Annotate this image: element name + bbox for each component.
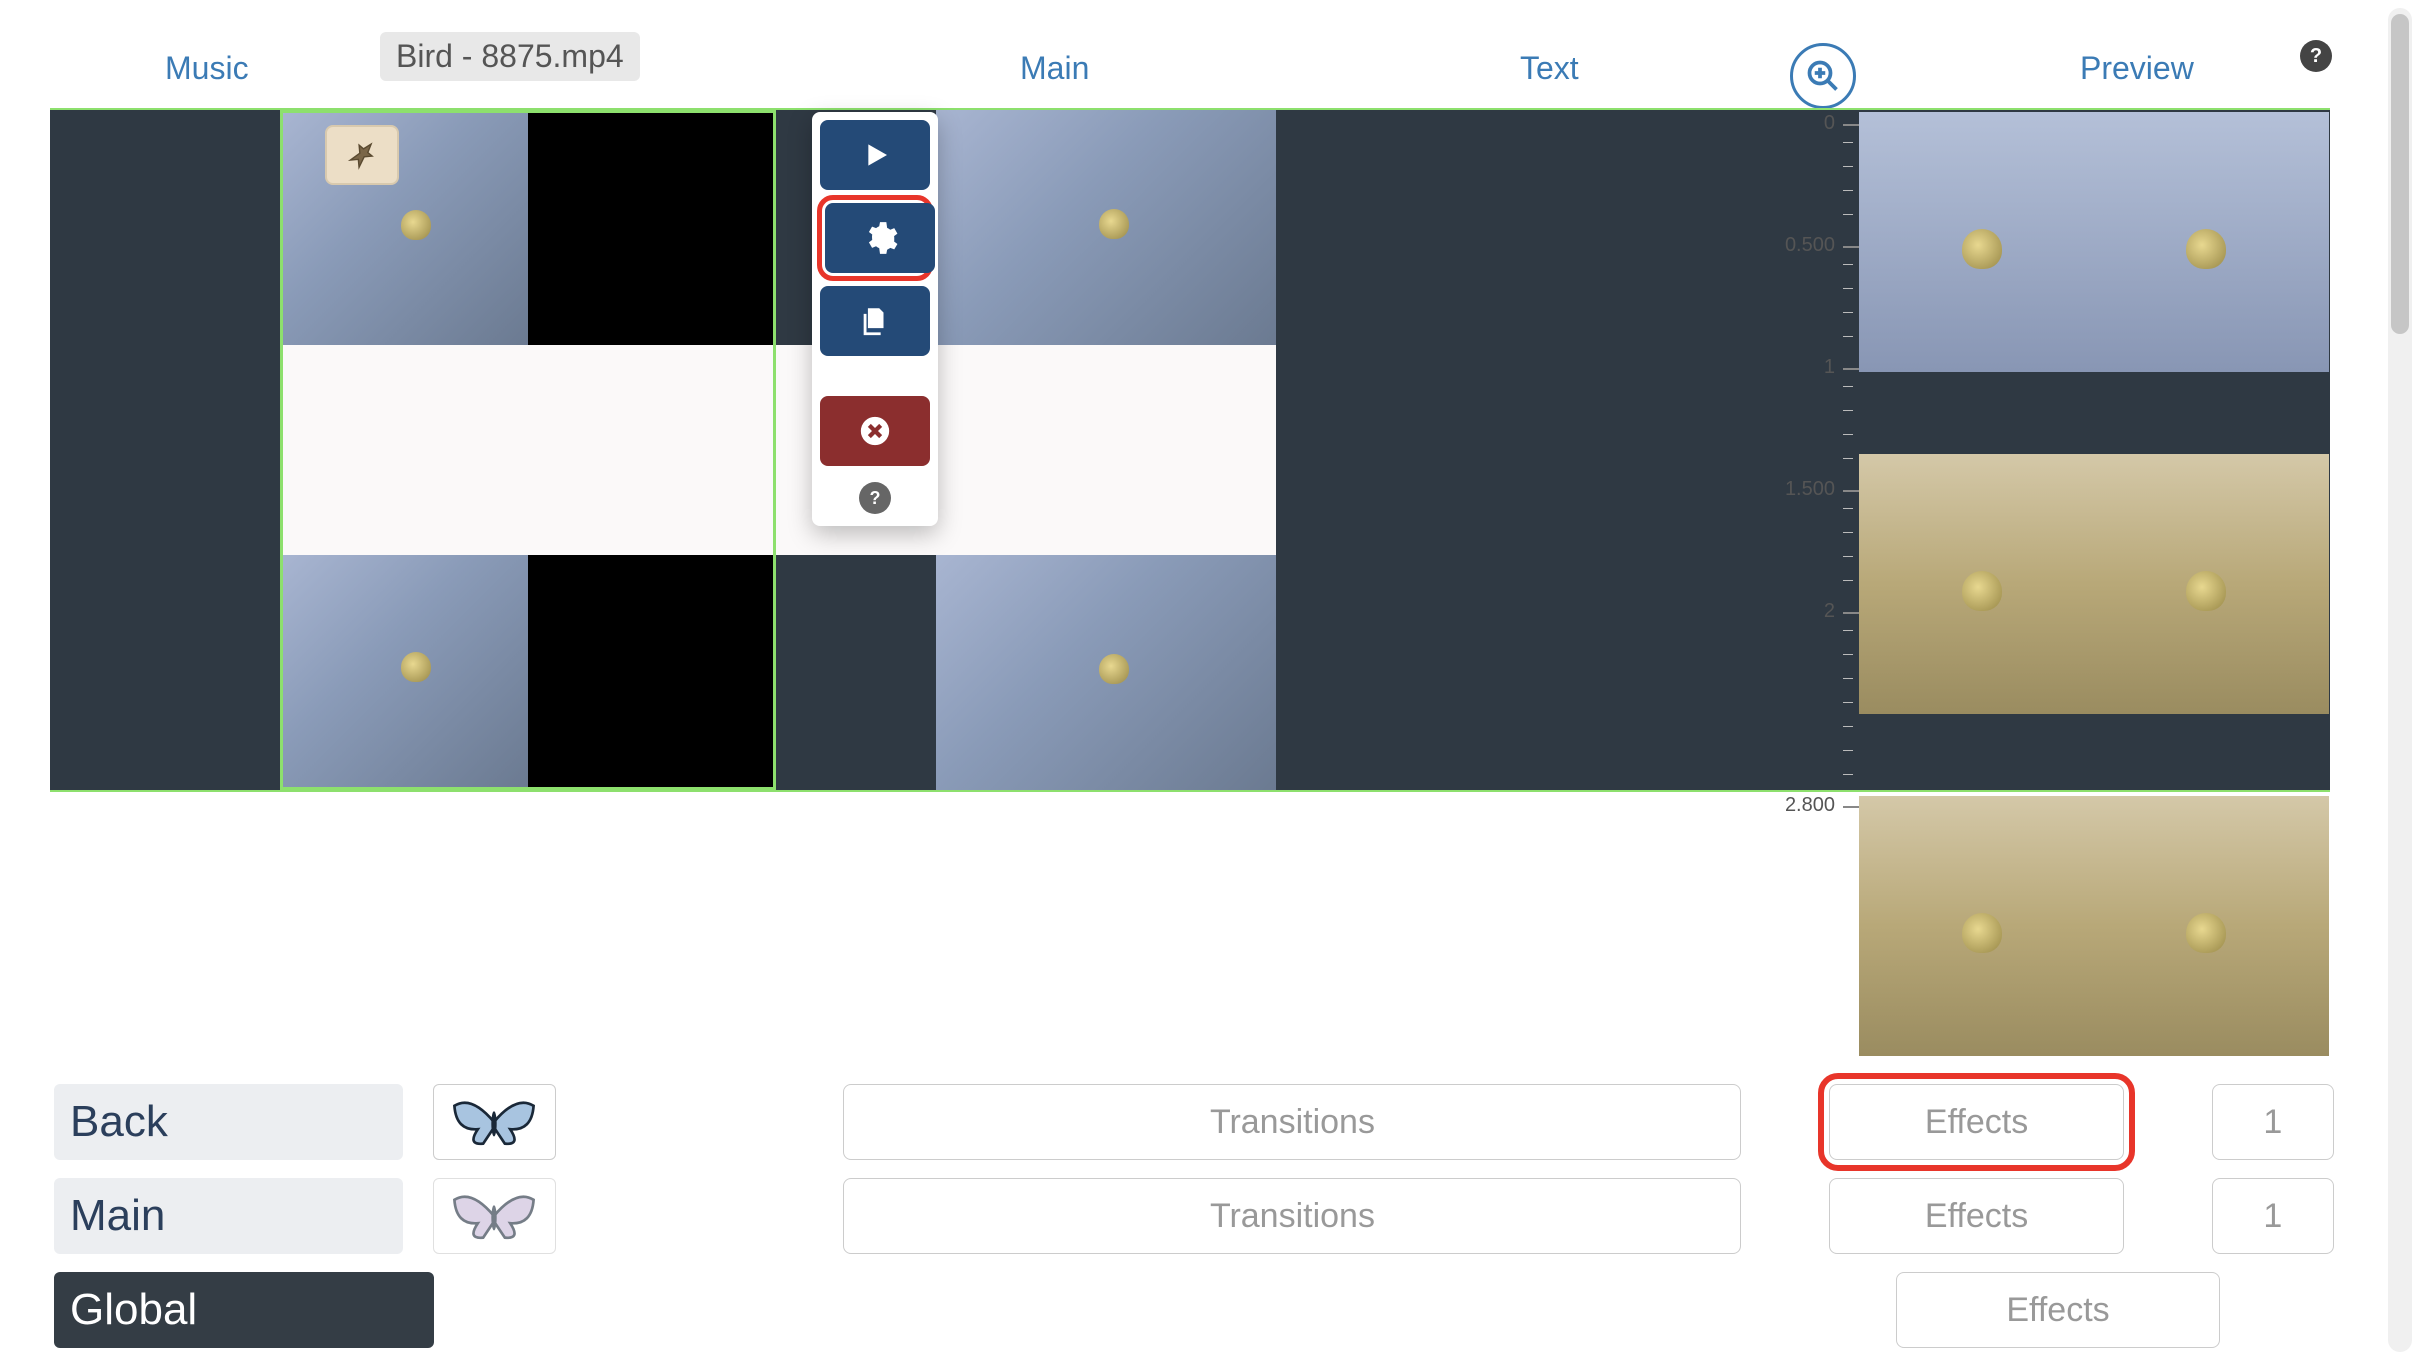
timeline-empty-left xyxy=(50,110,280,790)
ruler-mark: 0 xyxy=(1824,112,1841,135)
effects-count-back: 1 xyxy=(2212,1084,2334,1160)
ruler-mark: 1.500 xyxy=(1785,478,1841,501)
row-label-main[interactable]: Main xyxy=(54,1178,403,1254)
effects-count-main: 1 xyxy=(2212,1178,2334,1254)
transitions-button-main[interactable]: Transitions xyxy=(843,1178,1741,1254)
help-button-top[interactable]: ? xyxy=(2300,40,2332,72)
tab-music[interactable]: Music xyxy=(165,50,249,87)
copy-button[interactable] xyxy=(820,286,930,356)
file-name-chip: Bird - 8875.mp4 xyxy=(380,32,640,81)
clip-audio-track xyxy=(283,345,773,555)
copy-icon xyxy=(858,304,892,338)
timeline-clip-preview xyxy=(936,555,1276,790)
butterfly-icon xyxy=(449,1186,539,1246)
tab-text[interactable]: Text xyxy=(1520,50,1579,87)
preview-thumbnail[interactable] xyxy=(1859,454,2329,714)
effects-button-global[interactable]: Effects xyxy=(1896,1272,2220,1348)
zoom-in-button[interactable] xyxy=(1790,43,1856,109)
clip-thumb xyxy=(283,555,528,787)
toolbar-help-button[interactable]: ? xyxy=(859,482,891,514)
transitions-button-back[interactable]: Transitions xyxy=(843,1084,1741,1160)
clip-spacer xyxy=(528,113,773,345)
ruler-mark: 1 xyxy=(1824,356,1841,379)
ruler-mark: 2.800 xyxy=(1785,794,1841,817)
tab-main[interactable]: Main xyxy=(1020,50,1089,87)
clip-thumb xyxy=(283,113,528,345)
ruler-mark: 2 xyxy=(1824,600,1841,623)
vertical-scrollbar[interactable] xyxy=(2388,8,2412,1352)
delete-button[interactable] xyxy=(820,396,930,466)
scrollbar-thumb[interactable] xyxy=(2391,14,2409,334)
question-icon: ? xyxy=(2310,45,2322,68)
butterfly-icon xyxy=(449,1092,539,1152)
butterfly-preset-main[interactable] xyxy=(433,1178,555,1254)
zoom-in-icon xyxy=(1805,58,1841,94)
clip-action-toolbar: ? xyxy=(812,112,938,526)
timeline-clip-selected[interactable] xyxy=(280,110,776,790)
effects-button-main[interactable]: Effects xyxy=(1829,1178,2125,1254)
effects-button-back[interactable]: Effects xyxy=(1829,1084,2125,1160)
pin-button[interactable] xyxy=(325,125,399,185)
timeline-dark xyxy=(776,555,936,790)
play-icon xyxy=(859,139,891,171)
question-icon: ? xyxy=(870,488,881,509)
row-label-global[interactable]: Global xyxy=(54,1272,434,1348)
gear-icon xyxy=(861,219,899,257)
settings-button[interactable] xyxy=(825,203,935,273)
ruler-mark: 0.500 xyxy=(1785,234,1841,257)
tab-preview[interactable]: Preview xyxy=(2080,50,2194,87)
preview-thumbnail[interactable] xyxy=(1859,112,2329,372)
butterfly-preset-back[interactable] xyxy=(433,1084,555,1160)
clip-spacer xyxy=(528,555,773,787)
row-label-back[interactable]: Back xyxy=(54,1084,403,1160)
play-button[interactable] xyxy=(820,120,930,190)
pin-icon xyxy=(345,138,379,172)
preview-thumbnail[interactable] xyxy=(1859,796,2329,1056)
close-circle-icon xyxy=(858,414,892,448)
timeline-clip-preview xyxy=(936,110,1276,345)
